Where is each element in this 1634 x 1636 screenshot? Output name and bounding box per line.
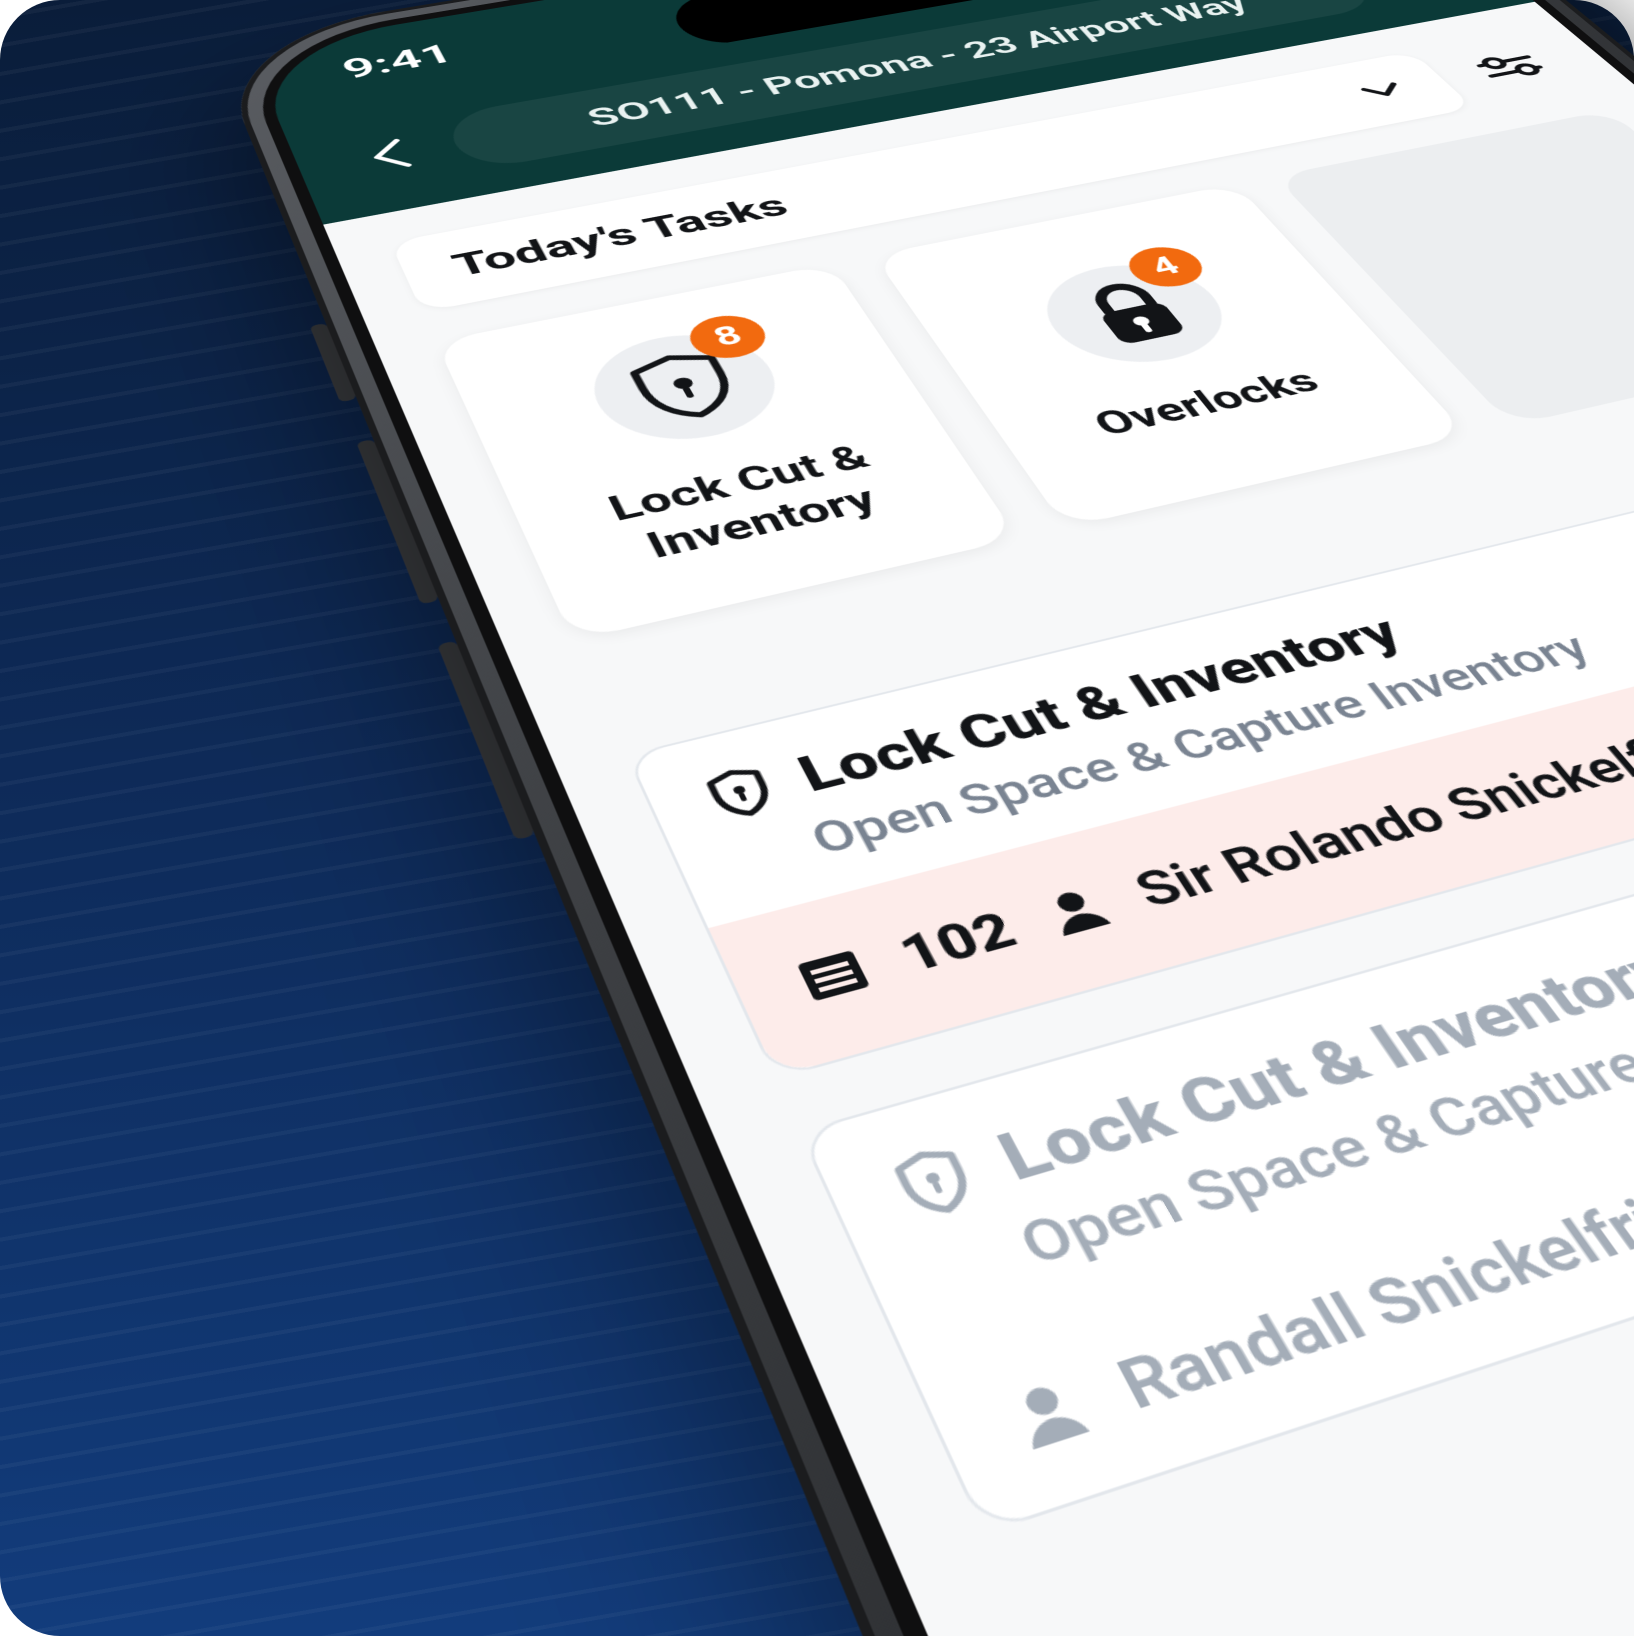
hero-stage: 9:41	[0, 0, 1634, 1636]
phone-frame: 9:41	[210, 0, 1634, 1636]
chevron-left-icon	[360, 136, 421, 175]
shield-icon	[699, 763, 782, 824]
tile-label: Overlocks	[1062, 356, 1351, 449]
phone-screen: 9:41	[248, 0, 1634, 1636]
tile-icon-wrap: 4	[1020, 252, 1252, 376]
filter-button[interactable]	[1446, 38, 1574, 95]
sliders-icon	[1469, 50, 1551, 84]
phone-mockup: 9:41	[210, 0, 1634, 1636]
person-icon	[998, 1372, 1097, 1455]
chevron-down-icon	[1356, 80, 1410, 101]
person-icon	[1034, 881, 1118, 939]
back-button[interactable]	[345, 131, 435, 180]
tile-label: Lock Cut & Inventory	[513, 419, 988, 593]
tasks-dropdown-label: Today's Tasks	[447, 189, 796, 284]
shield-icon	[886, 1142, 985, 1224]
storage-unit-icon	[788, 942, 879, 1009]
padlock-icon	[1069, 275, 1200, 350]
status-time: 9:41	[337, 38, 460, 85]
tile-icon-wrap: 8	[573, 322, 800, 455]
unit-number: 102	[889, 901, 1026, 984]
